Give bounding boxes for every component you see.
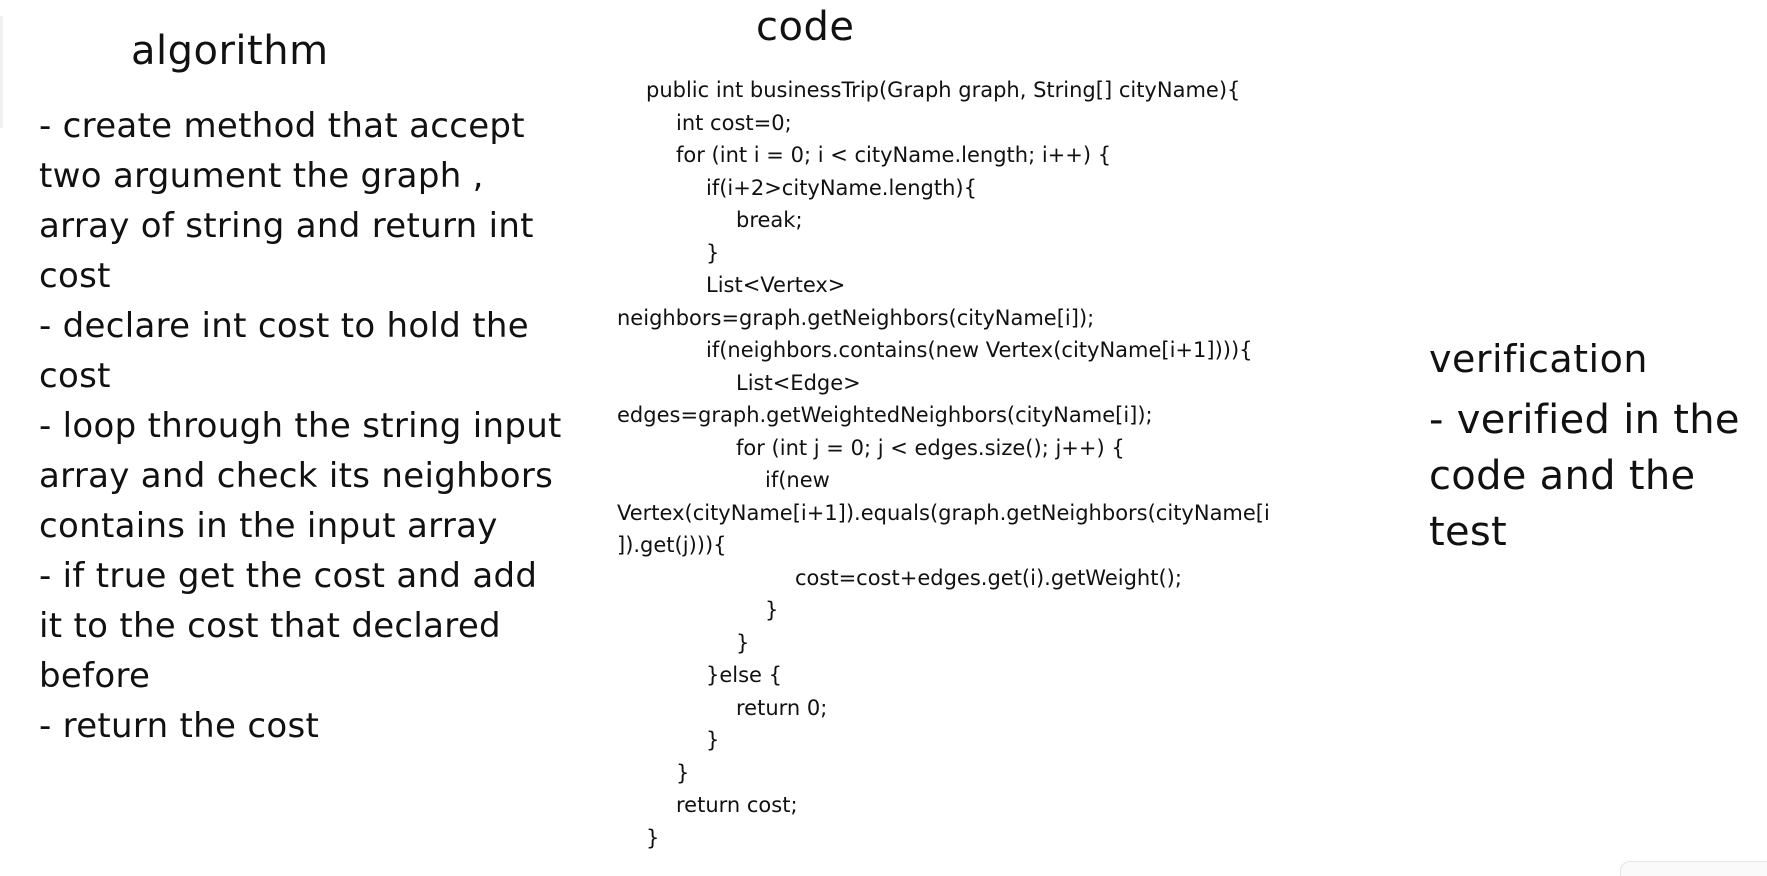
code-line: } [706,240,720,265]
code-line: neighbors=graph.getNeighbors(cityName[i]… [617,305,1095,330]
algorithm-line: array and check its neighbors [39,456,554,496]
code-line: int cost=0; [676,110,792,135]
algorithm-heading: algorithm [131,28,329,74]
corner-panel-edge [1620,861,1767,876]
algorithm-line: two argument the graph , [39,156,484,196]
algorithm-line: before [39,656,151,696]
code-line: for (int j = 0; j < edges.size(); j++) { [736,435,1125,460]
code-line: } [765,598,779,622]
algorithm-line: - if true get the cost and add [39,556,538,596]
algorithm-line: cost [39,256,111,296]
algorithm-line: cost [39,356,111,396]
code-line: List<Edge> [736,370,861,395]
code-line: return 0; [736,695,828,720]
verification-line: test [1429,509,1508,555]
algorithm-line: contains in the input array [39,506,498,546]
algorithm-line: - return the cost [39,706,320,746]
algorithm-steps: - create method that accept two argument… [39,101,579,751]
code-line: if(neighbors.contains(new Vertex(cityNam… [706,338,1253,362]
code-snippet: public int businessTrip(Graph graph, Str… [617,74,1270,854]
code-line: public int businessTrip(Graph graph, Str… [646,78,1241,102]
verification-line: code and the [1429,453,1696,499]
code-line: } [706,728,720,752]
code-line: ]).get(j))){ [617,533,727,557]
code-line: } [676,760,690,785]
code-line: } [646,825,660,850]
algorithm-line: array of string and return int [39,206,534,246]
code-line: } [736,630,750,655]
algorithm-line: - declare int cost to hold the [39,306,529,346]
verification-notes: - verified in the code and the test [1429,392,1740,560]
code-line: return cost; [676,793,798,817]
code-line: break; [736,208,803,232]
code-line: cost=cost+edges.get(i).getWeight(); [795,565,1182,590]
code-line: edges=graph.getWeightedNeighbors(cityNam… [617,403,1153,427]
code-heading: code [756,4,855,50]
algorithm-line: - loop through the string input [39,406,562,446]
code-line: List<Vertex> [706,273,846,297]
left-edge-mark [0,16,3,128]
code-line: for (int i = 0; i < cityName.length; i++… [676,143,1112,167]
verification-heading: verification [1429,337,1648,381]
code-line: if(new [765,468,830,492]
code-line: Vertex(cityName[i+1]).equals(graph.getNe… [617,500,1270,525]
algorithm-line: - create method that accept [39,106,525,146]
code-line: }else { [706,663,783,687]
verification-line: - verified in the [1429,397,1740,443]
code-line: if(i+2>cityName.length){ [706,175,977,200]
whiteboard-page: { "headings": { "algorithm": "algorithm"… [0,0,1767,876]
algorithm-line: it to the cost that declared [39,606,501,646]
